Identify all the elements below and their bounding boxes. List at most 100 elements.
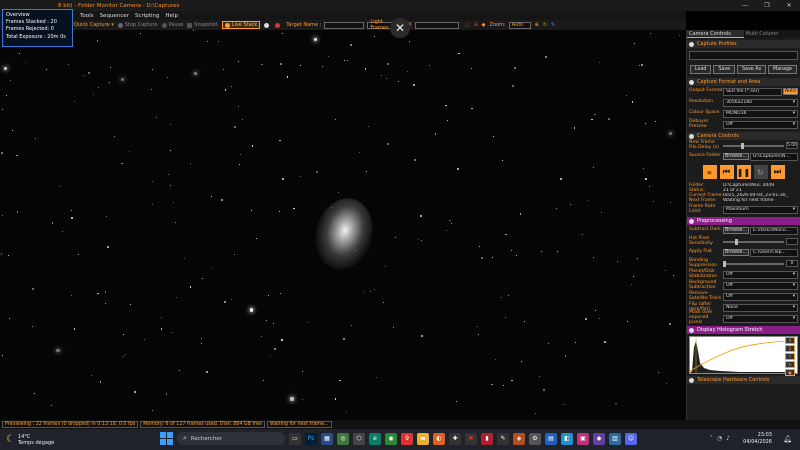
slider-knob[interactable]: [735, 238, 739, 245]
app-icon-green[interactable]: ◎: [337, 432, 349, 445]
app-icon-crimson[interactable]: ▮: [481, 432, 493, 445]
app-icon-grey[interactable]: ⬡: [353, 432, 365, 445]
zoom-select[interactable]: Auto: [508, 21, 531, 29]
pin-icon[interactable]: ✎: [551, 22, 555, 28]
planet-stab-select[interactable]: Off ▾: [723, 270, 798, 279]
histogram-display[interactable]: X Σ ↑ ↻ ▣: [689, 336, 798, 376]
auto-button[interactable]: Auto: [782, 88, 798, 95]
app-icon-orange[interactable]: ◈: [513, 432, 525, 445]
chevron-up-icon[interactable]: ˄: [710, 435, 713, 442]
camera-controls-header[interactable]: Camera Controls: [687, 132, 800, 140]
app-icon-pink[interactable]: ▣: [577, 432, 589, 445]
output-format-select[interactable]: SER file (*.ser): [723, 87, 782, 96]
discord-icon[interactable]: ☺: [625, 432, 637, 445]
resolution-select[interactable]: 3056x2180 ▾: [723, 98, 798, 107]
network-icon[interactable]: ◔: [717, 435, 722, 442]
histogram-header[interactable]: Display Histogram Stretch: [687, 326, 800, 334]
frame-rate-select[interactable]: Maximum ▾: [723, 205, 798, 214]
close-window-button[interactable]: ✕: [778, 0, 800, 11]
profile-select[interactable]: [689, 51, 798, 60]
histogram-up-button[interactable]: ↑: [785, 353, 795, 360]
target-name-select[interactable]: [324, 21, 365, 29]
zoom-in-icon[interactable]: ⊕: [535, 22, 539, 28]
rewind-button[interactable]: «: [702, 165, 717, 179]
mask-select[interactable]: Off ▾: [723, 314, 798, 323]
skip-back-button[interactable]: ⏮: [719, 165, 734, 179]
app-icon-blue[interactable]: ▦: [321, 432, 333, 445]
stop-capture-button[interactable]: Stop Capture: [117, 22, 158, 28]
hot-pixel-slider[interactable]: [723, 238, 784, 245]
pause-monitor-button[interactable]: ❚❚: [736, 165, 751, 179]
weather-widget[interactable]: ☾ 14°C Temps dégagé: [6, 434, 54, 446]
capture-format-header[interactable]: Capture Format and Area: [687, 78, 800, 86]
save-as-button[interactable]: Save As: [736, 65, 767, 74]
refresh-icon[interactable]: ↻: [543, 22, 547, 28]
file-explorer-icon[interactable]: ▬: [417, 432, 429, 445]
save-button[interactable]: Save: [713, 65, 736, 74]
histogram-sum-button[interactable]: Σ: [785, 345, 795, 352]
histogram-box-button[interactable]: ▣: [785, 369, 795, 376]
banding-value[interactable]: 0: [786, 260, 798, 267]
pause-button[interactable]: Pause: [161, 22, 183, 28]
slider-knob[interactable]: [723, 260, 726, 267]
telescope-header[interactable]: Telescope Hardware Controls: [687, 376, 800, 384]
crop-icon[interactable]: ⬚: [465, 22, 470, 28]
capture-profiles-header[interactable]: Capture Profiles: [687, 40, 800, 48]
refresh-monitor-button[interactable]: ↻: [753, 165, 768, 179]
manage-button[interactable]: Manage: [767, 65, 798, 74]
menu-sequencer[interactable]: Sequencer: [100, 13, 129, 19]
maximize-button[interactable]: ❐: [756, 0, 778, 11]
close-overlay-button[interactable]: ✕: [390, 18, 410, 38]
colour-space-select[interactable]: MONO16 ▾: [723, 109, 798, 118]
app-icon-red[interactable]: 9: [401, 432, 413, 445]
volume-icon[interactable]: ♪: [726, 435, 730, 442]
menu-help[interactable]: Help: [165, 13, 178, 19]
browse-dark-button[interactable]: Browse...: [723, 227, 750, 234]
app-icon-cyan[interactable]: ◧: [561, 432, 573, 445]
panel-toggle-icon[interactable]: ›: [0, 250, 3, 258]
windows-start-icon[interactable]: [160, 432, 173, 445]
color-icon[interactable]: ◆: [482, 22, 486, 28]
reticle-icon[interactable]: ⊞: [473, 22, 477, 28]
app-icon-purple[interactable]: ◆: [593, 432, 605, 445]
menu-scripting[interactable]: Scripting: [135, 13, 159, 19]
preprocessing-header[interactable]: Preprocessing: [687, 217, 800, 225]
flat-file-field[interactable]: C:\Users\Tep...: [750, 248, 798, 257]
tab-multi-column[interactable]: Multi Column: [743, 30, 800, 38]
slider-knob[interactable]: [741, 142, 745, 149]
snapshot-button[interactable]: Snapshot: [187, 22, 218, 28]
photoshop-icon[interactable]: Ps: [305, 432, 317, 445]
histogram-refresh-button[interactable]: ↻: [785, 361, 795, 368]
load-button[interactable]: Load: [689, 65, 712, 74]
bg-sub-select[interactable]: Off ▾: [723, 281, 798, 290]
satellite-select[interactable]: Off ▾: [723, 292, 798, 301]
quick-capture-button[interactable]: Quick Capture ▾: [74, 22, 114, 28]
minimize-button[interactable]: —: [734, 0, 756, 11]
taskbar-clock[interactable]: 23:03 04/04/2026: [743, 432, 772, 446]
task-view-icon[interactable]: ▭: [289, 432, 301, 445]
dark-file-field[interactable]: E:\darks\Mono...: [750, 226, 798, 235]
source-folder-field[interactable]: D:\Captures\N...: [750, 152, 798, 161]
app-icon-cross[interactable]: ✖: [465, 432, 477, 445]
browse-source-button[interactable]: Browse...: [723, 153, 750, 160]
frame-delay-slider[interactable]: [723, 142, 784, 149]
app-icon-steel[interactable]: ▥: [609, 432, 621, 445]
settings-icon[interactable]: ⚙: [529, 432, 541, 445]
sky-preview-image[interactable]: ›: [0, 30, 686, 420]
tab-camera-controls[interactable]: Camera Controls: [687, 30, 744, 38]
firefox-icon[interactable]: ◐: [433, 432, 445, 445]
menu-tools[interactable]: Tools: [80, 13, 94, 19]
chrome-icon[interactable]: ◉: [385, 432, 397, 445]
fx-select[interactable]: [414, 21, 459, 29]
flip-select[interactable]: None ▾: [723, 303, 798, 312]
live-stack-button[interactable]: Live Stack: [221, 21, 261, 29]
app-icon-blue2[interactable]: ▤: [545, 432, 557, 445]
notification-bell-icon[interactable]: 🔔︎: [783, 435, 792, 443]
banding-slider[interactable]: [723, 260, 784, 267]
histogram-reset-button[interactable]: X: [785, 337, 795, 344]
edge-icon[interactable]: e: [369, 432, 381, 445]
hot-pixel-value[interactable]: [786, 238, 798, 245]
browse-flat-button[interactable]: Browse...: [723, 249, 750, 256]
frame-delay-value[interactable]: 5.00: [786, 142, 798, 149]
skip-forward-button[interactable]: ⏭: [770, 165, 785, 179]
